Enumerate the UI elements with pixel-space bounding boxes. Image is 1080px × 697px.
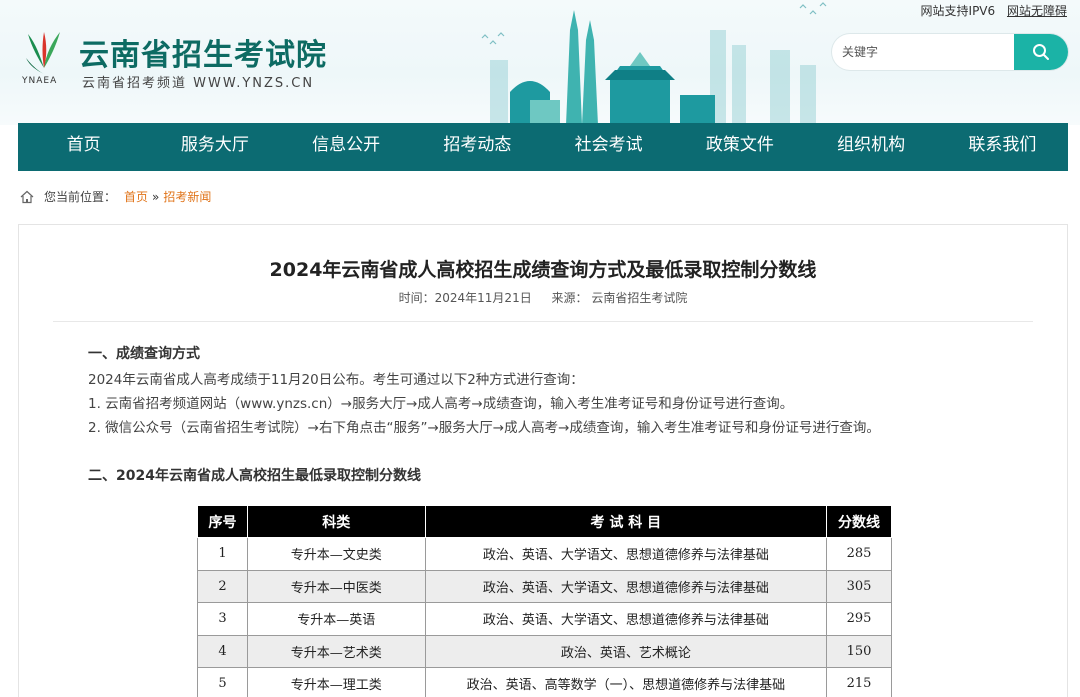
cell-subjects: 政治、英语、大学语文、思想道德修养与法律基础 [424, 537, 828, 571]
article-meta: 时间：2024年11月21日 来源： 云南省招生考试院 [19, 289, 1067, 306]
city-skyline-illustration [481, 2, 827, 125]
cell-no: 5 [197, 667, 248, 697]
breadcrumb-separator: » [152, 189, 160, 204]
cell-no: 2 [197, 569, 248, 603]
paragraph-2: 1. 云南省招考频道网站（www.ynzs.cn）→服务大厅→成人高考→成绩查询… [88, 396, 794, 412]
cell-subjects: 政治、英语、高等数学（一）、思想道德修养与法律基础 [424, 667, 828, 697]
cell-category: 专升本—文史类 [246, 537, 426, 571]
breadcrumb: 您当前位置： 首页 » 招考新闻 [20, 188, 211, 205]
header-category: 科类 [246, 505, 426, 538]
section-2-title: 二、2024年云南省成人高校招生最低录取控制分数线 [88, 468, 421, 484]
paragraph-3: 2. 微信公众号（云南省招生考试院）→右下角点击“服务”→服务大厅→成人高考→成… [88, 420, 880, 436]
score-table: 序号 科类 考 试 科 目 分数线 1 专升本—文史类 政治、英语、大学语文、思… [197, 505, 892, 697]
cell-category: 专升本—艺术类 [246, 634, 426, 668]
search-icon [1033, 44, 1049, 60]
nav-social-exams[interactable]: 社会考试 [543, 123, 674, 171]
nav-contact-us[interactable]: 联系我们 [937, 123, 1068, 171]
breadcrumb-current-link[interactable]: 招考新闻 [163, 188, 211, 205]
top-links: 网站支持IPV6 网站无障碍 [913, 2, 1067, 19]
article-divider [53, 321, 1033, 322]
table-row: 5 专升本—理工类 政治、英语、高等数学（一）、思想道德修养与法律基础 215 [197, 667, 892, 697]
cell-subjects: 政治、英语、大学语文、思想道德修养与法律基础 [424, 569, 828, 603]
cell-score: 295 [826, 602, 892, 636]
header-score: 分数线 [826, 505, 892, 538]
table-header-row: 序号 科类 考 试 科 目 分数线 [197, 505, 892, 538]
cell-category: 专升本—英语 [246, 602, 426, 636]
header-subjects: 考 试 科 目 [424, 505, 828, 538]
site-title[interactable]: 云南省招生考试院 [79, 30, 327, 74]
table-row: 2 专升本—中医类 政治、英语、大学语文、思想道德修养与法律基础 305 [197, 569, 892, 603]
search-input[interactable] [838, 38, 1008, 66]
breadcrumb-home-link[interactable]: 首页 [124, 188, 148, 205]
main-nav: 首页 服务大厅 信息公开 招考动态 社会考试 政策文件 组织机构 联系我们 [18, 123, 1068, 171]
cell-score: 285 [826, 537, 892, 571]
search-box [832, 34, 1068, 70]
nav-service-hall[interactable]: 服务大厅 [149, 123, 280, 171]
breadcrumb-label: 您当前位置： [44, 190, 117, 204]
table-row: 3 专升本—英语 政治、英语、大学语文、思想道德修养与法律基础 295 [197, 602, 892, 636]
section-1-title: 一、成绩查询方式 [88, 346, 200, 362]
nav-exam-news[interactable]: 招考动态 [412, 123, 543, 171]
search-button[interactable] [1014, 34, 1068, 70]
cell-score: 305 [826, 569, 892, 603]
nav-home[interactable]: 首页 [18, 123, 149, 171]
nav-policy-docs[interactable]: 政策文件 [674, 123, 805, 171]
site-subtitle: 云南省招考频道 WWW.YNZS.CN [82, 76, 315, 91]
article-source: 来源： 云南省招生考试院 [551, 291, 688, 305]
article-panel: 2024年云南省成人高校招生成绩查询方式及最低录取控制分数线 时间：2024年1… [18, 224, 1068, 697]
cell-score: 150 [826, 634, 892, 668]
cell-no: 3 [197, 602, 248, 636]
article-title: 2024年云南省成人高校招生成绩查询方式及最低录取控制分数线 [269, 259, 817, 281]
table-row: 1 专升本—文史类 政治、英语、大学语文、思想道德修养与法律基础 285 [197, 537, 892, 571]
header-no: 序号 [197, 505, 248, 538]
paragraph-1: 2024年云南省成人高考成绩于11月20日公布。考生可通过以下2种方式进行查询： [88, 372, 584, 388]
ipv6-link[interactable]: 网站支持IPV6 [921, 4, 996, 18]
article-time: 时间：2024年11月21日 [398, 291, 532, 305]
table-row: 4 专升本—艺术类 政治、英语、艺术概论 150 [197, 634, 892, 668]
logo-en-text: YNAEA [22, 76, 58, 86]
nav-organization[interactable]: 组织机构 [806, 123, 937, 171]
cell-subjects: 政治、英语、艺术概论 [424, 634, 828, 668]
site-header: 网站支持IPV6 网站无障碍 YNAEA 云南省招生考试院 云南省招考频道 WW… [0, 0, 1080, 125]
cell-no: 4 [197, 634, 248, 668]
home-icon [20, 190, 34, 203]
accessibility-link[interactable]: 网站无障碍 [1007, 4, 1067, 18]
cell-category: 专升本—中医类 [246, 569, 426, 603]
cell-category: 专升本—理工类 [246, 667, 426, 697]
cell-no: 1 [197, 537, 248, 571]
cell-score: 215 [826, 667, 892, 697]
cell-subjects: 政治、英语、大学语文、思想道德修养与法律基础 [424, 602, 828, 636]
nav-info-disclosure[interactable]: 信息公开 [281, 123, 412, 171]
